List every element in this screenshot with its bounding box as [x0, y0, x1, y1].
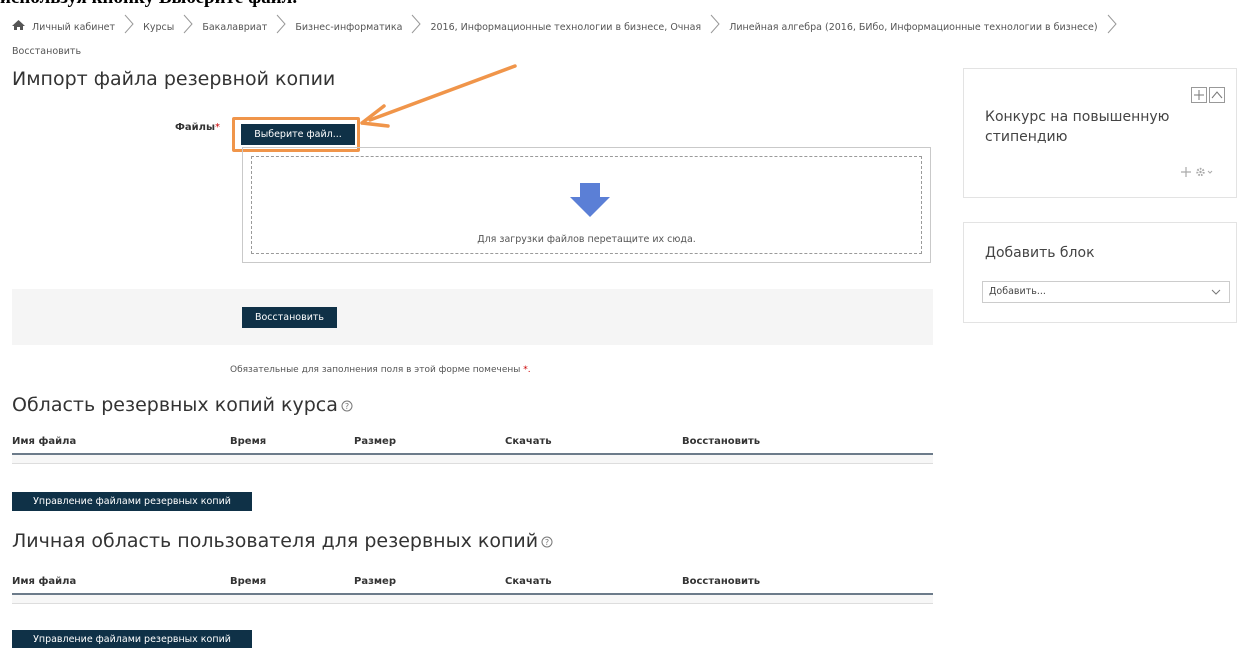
column-header[interactable]: Скачать — [505, 572, 682, 595]
user-backup-heading-text: Личная область пользователя для резервны… — [12, 530, 539, 552]
breadcrumb-item-course[interactable]: Линейная алгебра (2016, БИбо, Информацио… — [729, 18, 1097, 38]
column-header[interactable]: Восстановить — [682, 432, 933, 455]
import-heading: Импорт файла резервной копии — [12, 68, 336, 90]
add-block-title: Добавить блок — [985, 245, 1095, 261]
user-backup-table: Имя файла Время Размер Скачать Восстанов… — [12, 572, 933, 604]
home-icon[interactable] — [12, 18, 25, 38]
manage-course-backups-button[interactable]: Управление файлами резервных копий — [12, 492, 252, 511]
breadcrumb-separator-icon — [411, 14, 422, 42]
required-fields-note: Обязательные для заполнения поля в этой … — [230, 365, 531, 375]
form-actions-area — [12, 289, 933, 345]
help-icon[interactable]: ? — [341, 395, 353, 417]
manage-user-backups-button[interactable]: Управление файлами резервных копий — [12, 630, 252, 648]
required-note-text: Обязательные для заполнения поля в этой … — [230, 365, 521, 375]
move-icon[interactable] — [1181, 167, 1191, 180]
breadcrumb-item-business-informatics[interactable]: Бизнес-информатика — [295, 18, 402, 38]
help-icon[interactable]: ? — [541, 531, 553, 553]
breadcrumb-separator-icon — [183, 14, 193, 42]
dock-icon[interactable] — [1191, 87, 1207, 106]
annotation-arrow-icon — [360, 64, 517, 128]
column-header[interactable]: Размер — [354, 432, 505, 455]
breadcrumb-separator-icon — [1107, 14, 1117, 42]
contest-block-title: Конкурс на повышенную стипендию — [985, 109, 1170, 145]
collapse-icon[interactable] — [1209, 87, 1225, 106]
empty-row-cell — [12, 454, 933, 464]
column-header[interactable]: Скачать — [505, 432, 682, 455]
column-header[interactable]: Размер — [354, 572, 505, 595]
add-block: Добавить блок Добавить... — [963, 222, 1237, 323]
svg-text:?: ? — [545, 538, 549, 547]
table-row — [12, 594, 933, 604]
breadcrumb-item-dashboard[interactable]: Личный кабинет — [32, 18, 115, 38]
svg-text:?: ? — [345, 402, 349, 411]
breadcrumb-separator-icon — [710, 14, 720, 42]
restore-button[interactable]: Восстановить — [242, 307, 337, 328]
course-backup-table: Имя файла Время Размер Скачать Восстанов… — [12, 432, 933, 464]
table-row — [12, 454, 933, 464]
gear-icon[interactable] — [1195, 166, 1213, 181]
file-drop-area[interactable]: Для загрузки файлов перетащите их сюда. — [242, 147, 931, 263]
choose-file-button[interactable]: Выберите файл... — [241, 124, 355, 145]
files-label-text: Файлы — [175, 122, 216, 133]
table-header-row: Имя файла Время Размер Скачать Восстанов… — [12, 432, 933, 455]
table-header-row: Имя файла Время Размер Скачать Восстанов… — [12, 572, 933, 595]
chevron-down-icon — [1211, 287, 1221, 300]
breadcrumb: Личный кабинет Курсы Бакалавриат Бизнес-… — [12, 14, 1227, 62]
files-label: Файлы* — [175, 122, 220, 133]
column-header[interactable]: Время — [230, 572, 354, 595]
column-header[interactable]: Имя файла — [12, 572, 230, 595]
required-note-star: *. — [523, 365, 531, 375]
download-arrow-icon — [570, 183, 610, 220]
column-header[interactable]: Восстановить — [682, 572, 933, 595]
breadcrumb-item-program[interactable]: 2016, Информационные технологии в бизнес… — [430, 18, 701, 38]
add-block-select[interactable]: Добавить... — [982, 281, 1230, 303]
column-header[interactable]: Время — [230, 432, 354, 455]
breadcrumb-separator-icon — [124, 14, 134, 42]
empty-row-cell — [12, 594, 933, 604]
document-fragment-text: используя кнопку Выберите файл. — [0, 0, 600, 8]
user-backup-heading: Личная область пользователя для резервны… — [12, 530, 553, 553]
breadcrumb-separator-icon — [276, 14, 286, 42]
drop-hint-text: Для загрузки файлов перетащите их сюда. — [477, 234, 696, 245]
add-block-select-value: Добавить... — [989, 286, 1046, 297]
course-backup-heading: Область резервных копий курса? — [12, 394, 353, 417]
breadcrumb-item-current: Восстановить — [12, 46, 82, 57]
contest-block: Конкурс на повышенную стипендию — [963, 68, 1237, 198]
required-star: * — [215, 122, 221, 133]
file-drop-zone[interactable]: Для загрузки файлов перетащите их сюда. — [251, 156, 922, 254]
column-header[interactable]: Имя файла — [12, 432, 230, 455]
breadcrumb-item-bachelor[interactable]: Бакалавриат — [202, 18, 267, 38]
course-backup-heading-text: Область резервных копий курса — [12, 394, 338, 416]
breadcrumb-item-courses[interactable]: Курсы — [143, 18, 174, 38]
